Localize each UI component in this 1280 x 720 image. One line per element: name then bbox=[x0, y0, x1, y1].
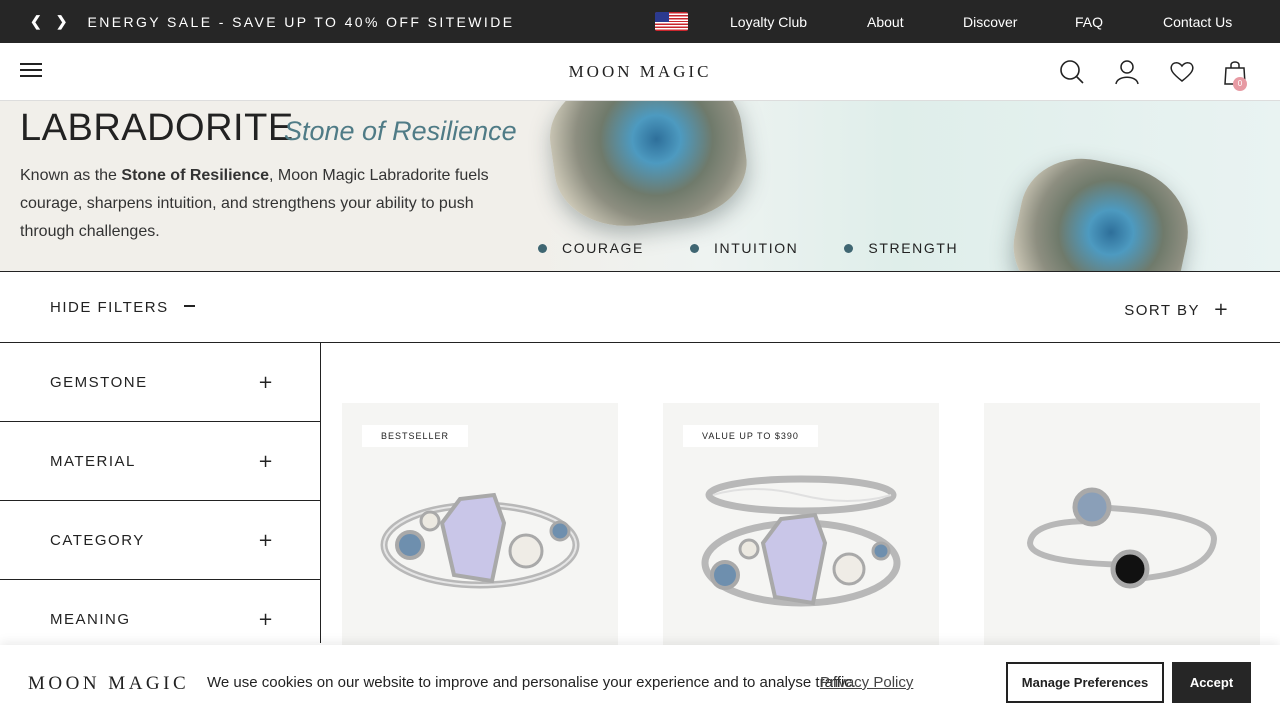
cart-count-badge: 0 bbox=[1233, 77, 1247, 91]
collection-description: Known as the Stone of Resilience, Moon M… bbox=[20, 162, 500, 246]
plus-icon: + bbox=[258, 451, 274, 472]
trait-label: STRENGTH bbox=[868, 240, 959, 256]
cookie-message: We use cookies on our website to improve… bbox=[207, 674, 856, 691]
collection-subtitle: Stone of Resilience bbox=[284, 116, 517, 146]
filter-material[interactable]: MATERIAL + bbox=[0, 422, 320, 501]
collection-title: LABRADORITE bbox=[20, 107, 294, 149]
trait-list: COURAGE INTUITION STRENGTH bbox=[538, 240, 1004, 256]
description-text: Known as the bbox=[20, 167, 122, 184]
top-link-faq[interactable]: FAQ bbox=[1075, 14, 1103, 30]
product-card[interactable]: BESTSELLER bbox=[342, 403, 618, 645]
chevron-right-icon[interactable]: ❯ bbox=[56, 13, 68, 30]
collection-hero: LABRADORITE Stone of Resilience Known as… bbox=[0, 101, 1280, 271]
plus-icon: + bbox=[258, 609, 274, 630]
announcement-bar: ❮ ❯ ENERGY SALE - SAVE UP TO 40% OFF SIT… bbox=[0, 0, 1280, 43]
minus-icon bbox=[184, 305, 196, 307]
promo-arrows: ❮ ❯ bbox=[30, 13, 67, 30]
product-badge: VALUE UP TO $390 bbox=[683, 425, 818, 447]
plus-icon: + bbox=[1213, 299, 1230, 320]
wishlist-heart-icon[interactable] bbox=[1169, 59, 1195, 85]
filter-label: MEANING bbox=[50, 611, 131, 628]
account-icon[interactable] bbox=[1114, 59, 1140, 85]
filter-toolbar: HIDE FILTERS SORT BY + bbox=[0, 271, 1280, 343]
us-flag-icon[interactable] bbox=[655, 12, 688, 31]
bypass-ring-product-image bbox=[1026, 487, 1218, 589]
filter-label: GEMSTONE bbox=[50, 374, 148, 391]
filter-gemstone[interactable]: GEMSTONE + bbox=[0, 343, 320, 422]
product-badge: BESTSELLER bbox=[362, 425, 469, 447]
top-link-loyalty[interactable]: Loyalty Club bbox=[730, 14, 807, 30]
top-link-discover[interactable]: Discover bbox=[963, 14, 1017, 30]
plus-icon: + bbox=[258, 372, 274, 393]
manage-preferences-button[interactable]: Manage Preferences bbox=[1006, 662, 1164, 703]
filter-category[interactable]: CATEGORY + bbox=[0, 501, 320, 580]
description-emphasis: Stone of Resilience bbox=[121, 167, 269, 184]
plus-icon: + bbox=[258, 530, 274, 551]
privacy-policy-link[interactable]: Privacy Policy bbox=[820, 674, 913, 691]
top-link-contact[interactable]: Contact Us bbox=[1163, 14, 1232, 30]
product-card[interactable] bbox=[984, 403, 1260, 645]
dot-icon bbox=[844, 243, 854, 253]
trait-item: STRENGTH bbox=[844, 240, 958, 256]
labradorite-stone-image bbox=[542, 101, 754, 236]
accept-cookies-button[interactable]: Accept bbox=[1172, 662, 1251, 703]
cookie-logo: MOON MAGIC bbox=[28, 673, 190, 694]
search-icon[interactable] bbox=[1059, 59, 1085, 85]
site-header: MOON MAGIC bbox=[0, 43, 1280, 101]
filter-label: CATEGORY bbox=[50, 532, 145, 549]
filter-label: MATERIAL bbox=[50, 453, 136, 470]
top-link-about[interactable]: About bbox=[867, 14, 904, 30]
labradorite-stone-image bbox=[1002, 146, 1200, 271]
trait-item: INTUITION bbox=[690, 240, 798, 256]
hide-filters-label: HIDE FILTERS bbox=[50, 299, 169, 316]
chevron-left-icon[interactable]: ❮ bbox=[30, 13, 42, 30]
filter-sidebar: GEMSTONE + MATERIAL + CATEGORY + MEANING + bbox=[0, 343, 321, 643]
product-card[interactable]: VALUE UP TO $390 bbox=[663, 403, 939, 645]
trait-item: COURAGE bbox=[538, 240, 644, 256]
sort-by-label: SORT BY bbox=[1124, 302, 1200, 319]
cookie-banner: MOON MAGIC We use cookies on our website… bbox=[0, 645, 1280, 720]
trait-label: COURAGE bbox=[562, 240, 644, 256]
sort-by-button[interactable]: SORT BY + bbox=[1124, 299, 1230, 320]
dot-icon bbox=[538, 243, 547, 253]
promo-text: ENERGY SALE - SAVE UP TO 40% OFF SITEWID… bbox=[87, 13, 515, 30]
site-logo[interactable]: MOON MAGIC bbox=[0, 62, 1280, 82]
trait-label: INTUITION bbox=[714, 240, 799, 256]
dot-icon bbox=[690, 243, 699, 253]
hide-filters-button[interactable]: HIDE FILTERS bbox=[50, 299, 196, 316]
